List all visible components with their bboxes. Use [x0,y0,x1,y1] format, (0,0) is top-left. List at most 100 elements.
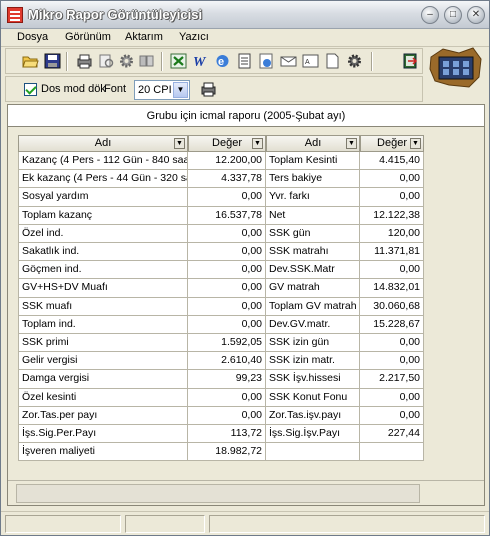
row-value-left: 18.982,72 [188,443,266,462]
open-folder-icon[interactable] [22,53,39,69]
menu-dosya[interactable]: Dosya [17,31,48,43]
grid-footer [8,480,484,505]
table-row[interactable]: GV+HS+DV Muafı 0,00 GV matrah 14.832,01 [18,279,424,298]
toolbar-separator [66,52,68,71]
dropdown-arrow-icon[interactable]: ▼ [410,138,421,149]
column-header-adi[interactable]: Adı ▼ [18,135,188,152]
row-label-right: SSK İşv.hissesi [266,370,360,389]
dropdown-arrow-icon[interactable]: ▼ [346,138,357,149]
table-row[interactable]: Toplam kazanç 16.537,78 Net 12.122,38 [18,206,424,225]
table-row[interactable]: Toplam ind. 0,00 Dev.GV.matr. 15.228,67 [18,315,424,334]
row-value-right: 227,44 [360,425,424,444]
dropdown-arrow-icon[interactable]: ▼ [174,138,185,149]
table-row[interactable]: Zor.Tas.per payı 0,00 Zor.Tas.işv.payı 0,00 [18,406,424,425]
dos-mode-label[interactable]: Dos mod dök [41,83,106,95]
row-label-right: GV matrah [266,279,360,298]
row-label-left: Özel ind. [18,224,188,243]
row-value-right: 30.060,68 [360,297,424,316]
printer-icon[interactable] [200,81,217,97]
row-label-right: Yvr. farkı [266,188,360,207]
table-row[interactable]: Damga vergisi 99,23 SSK İşv.hissesi 2.217,5… [18,370,424,389]
minimize-button[interactable]: – [421,6,439,24]
web-page-icon[interactable] [258,53,275,69]
status-bar [1,511,489,535]
menu-gorunum[interactable]: Görünüm [65,31,111,43]
row-value-left: 1.592,05 [188,334,266,353]
menu-aktarim[interactable]: Aktarım [125,31,163,43]
table-row[interactable]: Özel ind. 0,00 SSK gün 120,00 [18,224,424,243]
row-value-left: 0,00 [188,406,266,425]
row-label-right: Ters bakiye [266,170,360,189]
row-value-left: 99,23 [188,370,266,389]
mail-icon[interactable] [280,53,297,69]
table-row[interactable]: Ek kazanç (4 Pers - 44 Gün - 320 saat) 4.… [18,170,424,189]
column-header-adi-2[interactable]: Adı ▼ [266,135,360,152]
row-value-left: 113,72 [188,425,266,444]
close-button[interactable]: ✕ [467,6,485,24]
column-header-deger[interactable]: Değer ▼ [188,135,266,152]
row-value-left: 16.537,78 [188,206,266,225]
chevron-down-icon[interactable]: ▼ [173,82,188,98]
table-row[interactable]: Kazanç (4 Pers - 112 Gün - 840 saat) 12.2… [18,152,424,171]
grid-header-row: Adı ▼ Değer ▼ Adı ▼ Değer ▼ [18,135,424,152]
row-value-right: 120,00 [360,224,424,243]
row-label-right: Dev.GV.matr. [266,315,360,334]
column-header-deger-2[interactable]: Değer ▼ [360,135,424,152]
dropdown-arrow-icon[interactable]: ▼ [252,138,263,149]
document-export-icon[interactable] [236,53,253,69]
row-label-right: SSK Konut Fonu [266,388,360,407]
settings-gear-icon[interactable] [118,53,135,69]
table-row[interactable]: İşs.Sig.Per.Payı 113,72 İşs.Sig.İşv.Payı 22… [18,425,424,444]
table-row[interactable]: Özel kesinti 0,00 SSK Konut Fonu 0,00 [18,388,424,407]
table-row[interactable]: İşveren maliyeti 18.982,72 [18,443,424,462]
row-label-left: İşveren maliyeti [18,443,188,462]
status-pane [125,515,205,533]
word-icon[interactable]: W [192,53,209,69]
grid-footer-bar [16,484,420,503]
font-label: Font [104,83,127,95]
row-label-left: İşs.Sig.Per.Payı [18,425,188,444]
row-label-right: SSK izin matr. [266,352,360,371]
row-value-left: 0,00 [188,315,266,334]
text-file-icon[interactable]: A [302,53,319,69]
print-icon[interactable] [76,53,93,69]
maximize-button[interactable]: □ [444,6,462,24]
exit-door-icon[interactable] [402,53,419,69]
dos-mode-checkbox[interactable] [24,83,37,96]
row-value-right: 12.122,38 [360,206,424,225]
row-value-right: 0,00 [360,388,424,407]
svg-text:A: A [305,59,310,66]
app-window: Mikro Rapor Görüntüleyicisi – □ ✕ Dosya … [0,0,490,536]
excel-icon[interactable] [170,53,187,69]
row-value-left: 0,00 [188,279,266,298]
title-bar[interactable]: Mikro Rapor Görüntüleyicisi – □ ✕ [1,1,489,29]
report-panel: Grubu için icmal raporu (2005-Şubat ayı)… [7,104,485,506]
blank-page-icon[interactable] [324,53,341,69]
row-label-left: Zor.Tas.per payı [18,406,188,425]
menu-yazici[interactable]: Yazıcı [179,31,209,43]
internet-explorer-icon[interactable]: e [214,53,231,69]
book-icon[interactable] [138,53,155,69]
row-label-left: SSK muafı [18,297,188,316]
font-select[interactable]: 20 CPI ▼ [134,80,190,100]
save-icon[interactable] [44,53,61,69]
row-label-right: Zor.Tas.işv.payı [266,406,360,425]
row-value-right: 15.228,67 [360,315,424,334]
report-title: Grubu için icmal raporu (2005-Şubat ayı) [8,105,484,127]
print-preview-icon[interactable] [98,53,115,69]
table-row[interactable]: Sosyal yardım 0,00 Yvr. farkı 0,00 [18,188,424,207]
row-label-left: Kazanç (4 Pers - 112 Gün - 840 saat) [18,152,188,171]
table-row[interactable]: SSK primi 1.592,05 SSK izin gün 0,00 [18,334,424,353]
app-icon[interactable] [7,7,23,23]
row-label-left: Gelir vergisi [18,352,188,371]
table-row[interactable]: Göçmen ind. 0,00 Dev.SSK.Matr 0,00 [18,261,424,280]
row-value-left: 12.200,00 [188,152,266,171]
table-row[interactable]: SSK muafı 0,00 Toplam GV matrah 30.060,68 [18,297,424,316]
column-header-label: Değer [377,137,407,149]
row-label-left: GV+HS+DV Muafı [18,279,188,298]
options-gear-icon[interactable] [346,53,363,69]
row-label-left: Toplam ind. [18,315,188,334]
table-row[interactable]: Sakatlık ind. 0,00 SSK matrahı 11.371,81 [18,243,424,262]
table-row[interactable]: Gelir vergisi 2.610,40 SSK izin matr. 0,00 [18,352,424,371]
row-value-right: 0,00 [360,188,424,207]
